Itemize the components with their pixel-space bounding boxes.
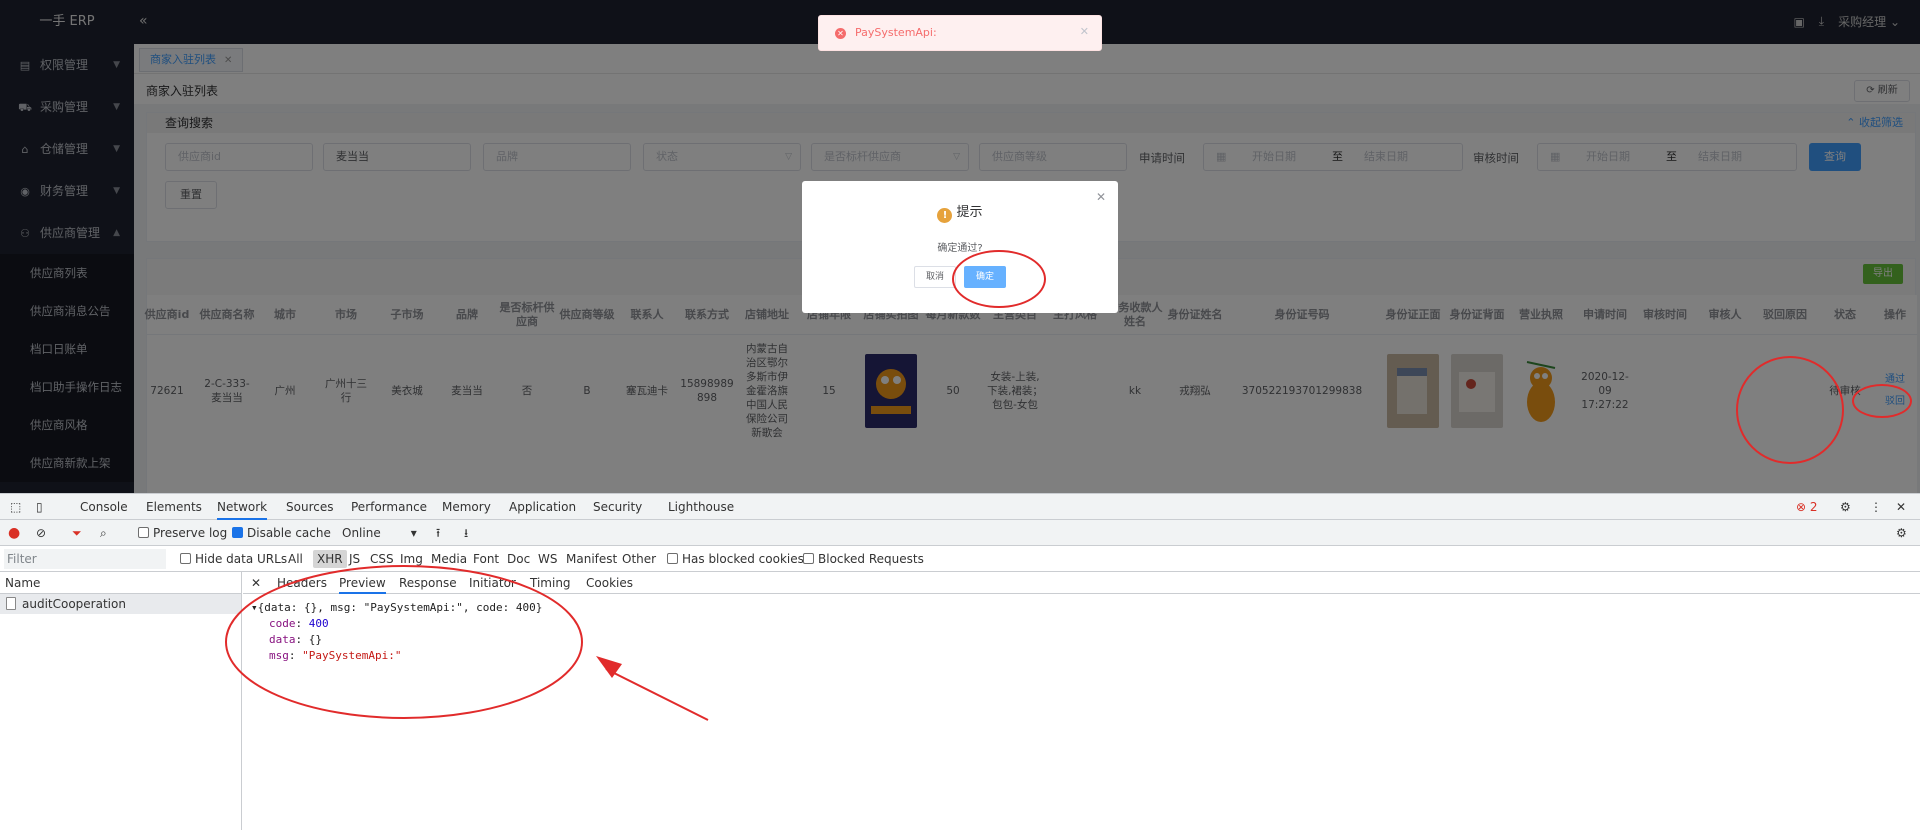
toast-message: PaySystemApi:	[855, 26, 937, 39]
close-icon[interactable]: ✕	[1080, 25, 1089, 38]
error-icon: ✕	[835, 28, 846, 39]
dialog-title: ! 提示	[802, 201, 1118, 223]
annotation-overlay	[225, 565, 709, 721]
annotation-circle-pass	[1852, 384, 1912, 418]
dialog-message: 确定通过?	[937, 243, 983, 254]
annotation-circle-confirm	[952, 250, 1046, 308]
cancel-button[interactable]: 取消	[914, 266, 956, 288]
close-icon[interactable]: ✕	[1096, 190, 1106, 204]
dialog-title-text: 提示	[956, 205, 983, 220]
annotation-circle-status	[1736, 356, 1844, 464]
devtools-panel: ⬚ ▯ Console Elements Network Sources Per…	[0, 493, 1920, 830]
warning-icon: !	[937, 208, 953, 223]
annotation-arrow-line	[605, 668, 709, 721]
erp-app: 一手 ERP « ▣ ⤓ 采购经理 ⌄ ▤权限管理▼ ⛟采购管理▼ ⌂仓储管理▼…	[0, 0, 1920, 493]
annotation-ellipse-json	[225, 565, 583, 719]
error-toast: ✕ PaySystemApi: ✕	[818, 15, 1102, 51]
